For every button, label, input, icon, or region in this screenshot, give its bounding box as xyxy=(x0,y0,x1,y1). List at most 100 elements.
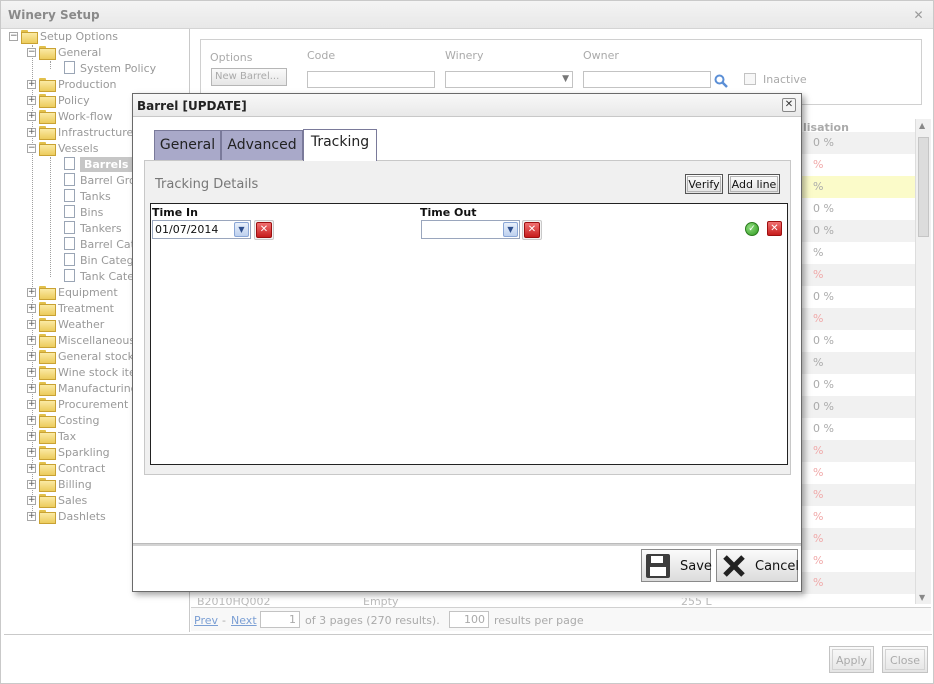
table-row[interactable]: % xyxy=(801,506,915,528)
code-label: Code xyxy=(307,49,336,62)
dialog-close-icon[interactable]: ✕ xyxy=(782,98,796,112)
scroll-up-icon[interactable]: ▲ xyxy=(919,121,925,130)
folder-icon xyxy=(39,382,56,396)
owner-input[interactable] xyxy=(583,71,711,88)
expand-icon[interactable]: + xyxy=(27,96,36,105)
tab-advanced[interactable]: Advanced xyxy=(221,130,303,161)
grid-scrollbar[interactable]: ▲ ▼ xyxy=(915,119,931,604)
expand-icon[interactable]: + xyxy=(27,464,36,473)
tree-item-label: Bins xyxy=(80,206,104,219)
clear-time-in-button[interactable]: ✕ xyxy=(254,220,274,240)
table-row[interactable]: 0 % xyxy=(801,132,915,154)
new-barrel-button[interactable]: New Barrel... xyxy=(211,68,287,86)
expand-icon[interactable]: + xyxy=(27,432,36,441)
window-title: Winery Setup xyxy=(8,8,100,22)
per-page-input[interactable]: 100 xyxy=(449,611,489,628)
folder-icon xyxy=(39,126,56,140)
table-row[interactable]: % xyxy=(801,176,915,198)
verify-button[interactable]: Verify xyxy=(685,174,723,194)
expand-icon[interactable]: + xyxy=(27,336,36,345)
expand-icon[interactable]: + xyxy=(27,288,36,297)
scroll-thumb[interactable] xyxy=(918,137,929,237)
code-input[interactable] xyxy=(307,71,435,88)
expand-icon[interactable]: + xyxy=(27,80,36,89)
clear-time-out-button[interactable]: ✕ xyxy=(522,220,542,240)
expand-icon[interactable]: + xyxy=(27,128,36,137)
cancel-button[interactable]: Cancel xyxy=(716,549,799,582)
inactive-checkbox[interactable] xyxy=(744,73,756,85)
apply-button[interactable]: Apply xyxy=(829,646,874,673)
tree-item[interactable]: + Production xyxy=(4,77,189,93)
folder-icon xyxy=(39,78,56,92)
expand-icon[interactable]: + xyxy=(27,320,36,329)
table-row[interactable]: % xyxy=(801,264,915,286)
winery-select[interactable]: ▼ xyxy=(445,71,573,88)
confirm-row-icon[interactable]: ✓ xyxy=(745,222,759,236)
table-row[interactable]: % xyxy=(801,528,915,550)
chevron-down-icon[interactable]: ▼ xyxy=(503,222,518,237)
folder-icon xyxy=(39,110,56,124)
document-icon xyxy=(64,61,75,74)
table-row[interactable]: % xyxy=(801,572,915,594)
tree-item[interactable]: System Policy xyxy=(4,61,189,77)
collapse-icon[interactable]: − xyxy=(27,48,36,57)
document-icon xyxy=(64,269,75,282)
save-button[interactable]: Save xyxy=(641,549,712,582)
expand-icon[interactable]: + xyxy=(27,352,36,361)
table-row[interactable]: % xyxy=(801,550,915,572)
folder-icon xyxy=(39,494,56,508)
folder-icon xyxy=(39,302,56,316)
table-row[interactable]: 0 % xyxy=(801,220,915,242)
tree-item[interactable]: − General xyxy=(4,45,189,61)
options-label: Options xyxy=(210,51,253,64)
collapse-icon[interactable]: − xyxy=(9,32,18,41)
pager-separator: - xyxy=(222,614,226,627)
table-row[interactable]: % xyxy=(801,308,915,330)
tree-item-label: Vessels xyxy=(58,142,99,155)
tab-general[interactable]: General xyxy=(154,130,221,161)
table-row[interactable]: 0 % xyxy=(801,198,915,220)
tab-tracking[interactable]: Tracking xyxy=(303,129,377,161)
table-row[interactable]: 0 % xyxy=(801,374,915,396)
expand-icon[interactable]: + xyxy=(27,448,36,457)
table-row[interactable]: 0 % xyxy=(801,330,915,352)
folder-icon xyxy=(39,366,56,380)
expand-icon[interactable]: + xyxy=(27,512,36,521)
expand-icon[interactable]: + xyxy=(27,384,36,393)
table-row[interactable]: % xyxy=(801,440,915,462)
table-row[interactable]: % xyxy=(801,352,915,374)
table-row[interactable]: 0 % xyxy=(801,396,915,418)
close-label: Close xyxy=(885,649,925,670)
delete-row-icon[interactable]: ✕ xyxy=(767,221,782,236)
table-row[interactable]: % xyxy=(801,242,915,264)
verify-label: Verify xyxy=(687,176,721,192)
expand-icon[interactable]: + xyxy=(27,496,36,505)
window-close-icon[interactable]: ✕ xyxy=(912,9,925,22)
expand-icon[interactable]: + xyxy=(27,400,36,409)
table-row[interactable]: % xyxy=(801,484,915,506)
scroll-down-icon[interactable]: ▼ xyxy=(919,593,925,602)
tree-item[interactable]: − Setup Options xyxy=(4,29,189,45)
time-in-field[interactable]: 01/07/2014 ▼ xyxy=(152,220,251,239)
add-line-button[interactable]: Add line xyxy=(728,174,780,194)
table-row[interactable]: % xyxy=(801,154,915,176)
time-out-field[interactable]: ▼ xyxy=(421,220,520,239)
expand-icon[interactable]: + xyxy=(27,416,36,425)
expand-icon[interactable]: + xyxy=(27,304,36,313)
table-row[interactable]: 0 % xyxy=(801,418,915,440)
next-link[interactable]: Next xyxy=(231,614,257,627)
search-icon[interactable] xyxy=(713,73,729,89)
folder-icon xyxy=(39,318,56,332)
table-row[interactable]: % xyxy=(801,462,915,484)
collapse-icon[interactable]: − xyxy=(27,144,36,153)
expand-icon[interactable]: + xyxy=(27,480,36,489)
clear-icon: ✕ xyxy=(256,222,272,238)
expand-icon[interactable]: + xyxy=(27,112,36,121)
chevron-down-icon[interactable]: ▼ xyxy=(234,222,249,237)
close-button[interactable]: Close xyxy=(882,646,928,673)
table-row[interactable]: 0 % xyxy=(801,286,915,308)
page-number-input[interactable]: 1 xyxy=(260,611,300,628)
time-out-header: Time Out xyxy=(420,206,477,219)
prev-link[interactable]: Prev xyxy=(194,614,218,627)
expand-icon[interactable]: + xyxy=(27,368,36,377)
